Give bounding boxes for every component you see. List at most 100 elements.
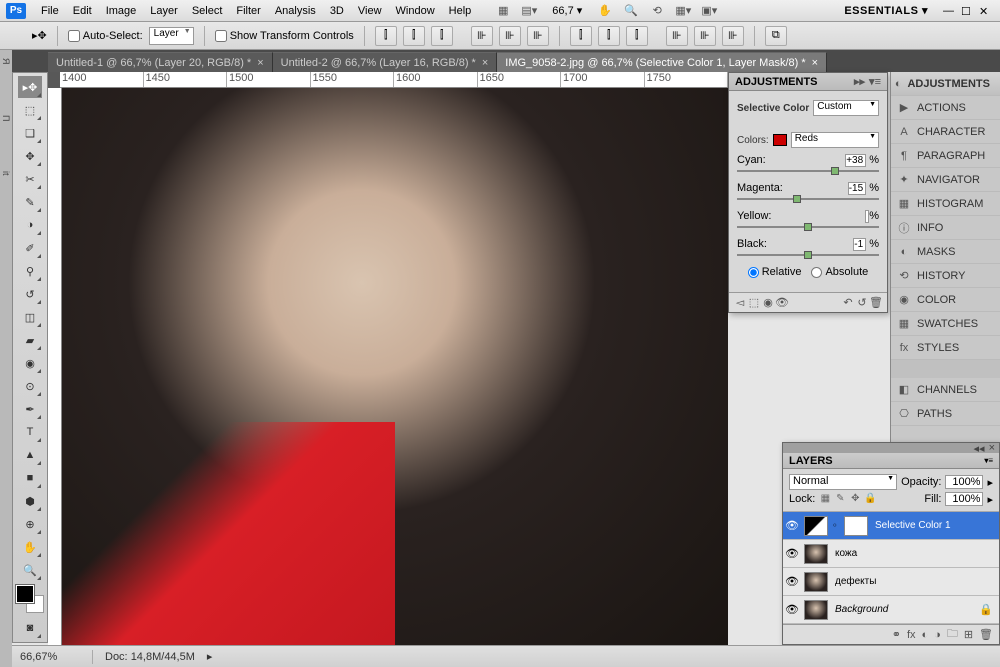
clone-stamp-tool[interactable]: ⚲ — [18, 260, 42, 282]
distribute-vcenter-icon[interactable]: ⫿ — [598, 26, 620, 46]
slider-track[interactable] — [737, 226, 879, 228]
screen-mode-icon[interactable]: ▣▾ — [700, 2, 718, 20]
layer-row[interactable]: 👁Background🔒 — [783, 596, 999, 624]
layer-name[interactable]: дефекты — [831, 576, 999, 587]
window-minimize-icon[interactable]: — — [943, 5, 955, 17]
close-icon[interactable]: × — [812, 57, 818, 69]
dock-item-histogram[interactable]: ▦HISTOGRAM — [891, 192, 1000, 216]
dock-item-info[interactable]: ⓘINFO — [891, 216, 1000, 240]
menu-filter[interactable]: Filter — [229, 5, 267, 17]
menu-file[interactable]: File — [34, 5, 66, 17]
dock-item-actions[interactable]: ▶ACTIONS — [891, 96, 1000, 120]
expand-view-icon[interactable]: ⬚ — [747, 296, 761, 310]
foreground-color-swatch[interactable] — [16, 585, 34, 603]
slider-value-input[interactable]: -1 — [853, 238, 866, 251]
panel-close-icon[interactable]: × — [989, 442, 995, 454]
lock-pixels-icon[interactable]: ✎ — [834, 493, 846, 505]
zoom-tool-icon[interactable]: 🔍 — [622, 2, 640, 20]
menu-view[interactable]: View — [351, 5, 389, 17]
pen-tool[interactable]: ✒ — [18, 398, 42, 420]
3d-camera-tool[interactable]: ⊕ — [18, 513, 42, 535]
reset-icon[interactable]: ↺ — [855, 296, 869, 310]
slider-track[interactable] — [737, 170, 879, 172]
align-right-icon[interactable]: ⊪ — [527, 26, 549, 46]
eyedropper-tool[interactable]: ✎ — [18, 191, 42, 213]
toggle-visibility-icon[interactable]: 👁 — [775, 296, 789, 310]
slider-thumb[interactable] — [831, 167, 839, 175]
spot-healing-tool[interactable]: ◑ — [18, 214, 42, 236]
back-icon[interactable]: ◅ — [733, 296, 747, 310]
window-maximize-icon[interactable]: ☐ — [961, 5, 973, 17]
distribute-hcenter-icon[interactable]: ⊪ — [694, 26, 716, 46]
menu-layer[interactable]: Layer — [143, 5, 185, 17]
link-icon[interactable]: ⚬ — [831, 520, 841, 531]
shape-tool[interactable]: ■ — [18, 467, 42, 489]
distribute-top-icon[interactable]: ⫿ — [570, 26, 592, 46]
auto-select-target[interactable]: Layer — [149, 27, 194, 45]
layer-thumb-icon[interactable] — [804, 572, 828, 592]
absolute-radio[interactable]: Absolute — [811, 266, 868, 278]
bridge-icon[interactable]: ▦ — [494, 2, 512, 20]
move-tool[interactable]: ▸✥ — [18, 76, 42, 98]
status-flyout-icon[interactable]: ▸ — [207, 650, 213, 663]
slider-value-input[interactable]: +38 — [845, 154, 866, 167]
auto-select-checkbox[interactable]: Auto-Select: — [68, 30, 143, 42]
hand-tool[interactable]: ✋ — [18, 536, 42, 558]
previous-state-icon[interactable]: ↶ — [841, 296, 855, 310]
layer-name[interactable]: кожа — [831, 548, 999, 559]
slider-thumb[interactable] — [793, 195, 801, 203]
align-top-icon[interactable]: ⫿ — [375, 26, 397, 46]
type-tool[interactable]: T — [18, 421, 42, 443]
zoom-level[interactable]: 66,7 ▾ — [542, 4, 592, 17]
add-mask-icon[interactable]: ◐ — [922, 629, 929, 641]
opacity-input[interactable]: 100% — [945, 475, 983, 489]
slider-thumb[interactable] — [804, 251, 812, 259]
arrange-docs-icon[interactable]: ▦▾ — [674, 2, 692, 20]
history-brush-tool[interactable]: ↺ — [18, 283, 42, 305]
fill-input[interactable]: 100% — [945, 492, 983, 506]
layer-thumb-icon[interactable] — [804, 516, 828, 536]
layers-panel-tabbar[interactable]: ◂◂× — [783, 443, 999, 453]
dock-item-styles[interactable]: fxSTYLES — [891, 336, 1000, 360]
hand-tool-icon[interactable]: ✋ — [596, 2, 614, 20]
slider-thumb[interactable] — [804, 223, 812, 231]
color-swatches[interactable] — [16, 585, 44, 613]
menu-window[interactable]: Window — [389, 5, 442, 17]
close-icon[interactable]: × — [482, 57, 488, 69]
layer-row[interactable]: 👁кожа — [783, 540, 999, 568]
mini-bridge-icon[interactable]: ▤▾ — [520, 2, 538, 20]
layer-fx-icon[interactable]: fx — [907, 629, 916, 641]
link-layers-icon[interactable]: ⚭ — [892, 628, 901, 641]
delete-adjustment-icon[interactable]: 🗑 — [869, 296, 883, 310]
layer-thumb-icon[interactable] — [804, 544, 828, 564]
distribute-right-icon[interactable]: ⊪ — [722, 26, 744, 46]
document-tab[interactable]: IMG_9058-2.jpg @ 66,7% (Selective Color … — [497, 52, 827, 72]
fill-flyout-icon[interactable]: ▸ — [987, 493, 993, 506]
menu-select[interactable]: Select — [185, 5, 230, 17]
clip-to-layer-icon[interactable]: ◉ — [761, 296, 775, 310]
path-select-tool[interactable]: ▲ — [18, 444, 42, 466]
colors-select[interactable]: Reds — [791, 132, 879, 148]
menu-image[interactable]: Image — [99, 5, 144, 17]
dodge-tool[interactable]: ⊙ — [18, 375, 42, 397]
status-zoom[interactable]: 66,67% — [20, 651, 80, 663]
layers-panel-header[interactable]: LAYERS▾≡ — [783, 453, 999, 469]
slider-value-input[interactable]: -15 — [848, 182, 866, 195]
dock-item-masks[interactable]: ◐MASKS — [891, 240, 1000, 264]
align-hcenter-icon[interactable]: ⊪ — [499, 26, 521, 46]
layer-name[interactable]: Selective Color 1 — [871, 520, 999, 531]
dock-item-color[interactable]: ◉COLOR — [891, 288, 1000, 312]
dock-item-paths[interactable]: ⎔PATHS — [891, 402, 1000, 426]
new-group-icon[interactable]: 🗀 — [947, 625, 958, 644]
menu-edit[interactable]: Edit — [66, 5, 99, 17]
dock-item-swatches[interactable]: ▦SWATCHES — [891, 312, 1000, 336]
align-vcenter-icon[interactable]: ⫿ — [403, 26, 425, 46]
align-bottom-icon[interactable]: ⫿ — [431, 26, 453, 46]
opacity-flyout-icon[interactable]: ▸ — [987, 476, 993, 489]
layer-thumb-icon[interactable] — [804, 600, 828, 620]
lasso-tool[interactable]: ❑ — [18, 122, 42, 144]
layer-row[interactable]: 👁⚬Selective Color 1 — [783, 512, 999, 540]
lock-position-icon[interactable]: ✥ — [849, 493, 861, 505]
lock-all-icon[interactable]: 🔒 — [864, 493, 876, 505]
distribute-left-icon[interactable]: ⊪ — [666, 26, 688, 46]
